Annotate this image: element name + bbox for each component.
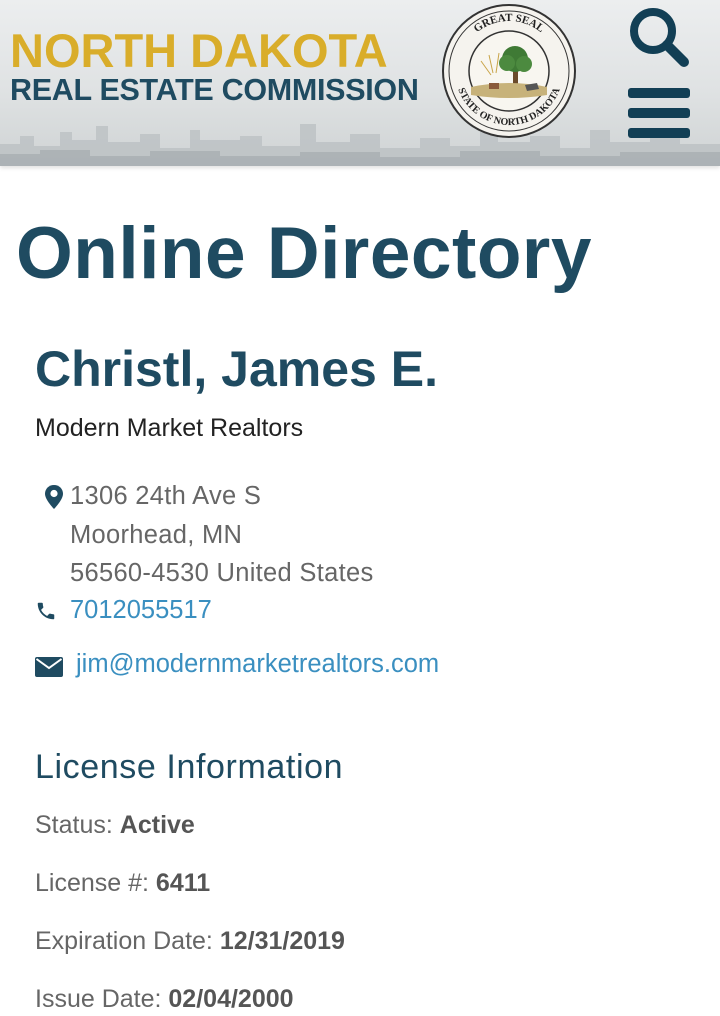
phone-link[interactable]: 7012055517 [70,596,212,625]
issue-date-value: 02/04/2000 [168,985,294,1013]
status-value: Active [119,811,195,839]
brand-title: NORTH DAKOTA [10,24,388,77]
expiration-date-value: 12/31/2019 [219,927,345,955]
address-line3: 56560-4530 United States [70,559,374,587]
licensee-name: Christl, James E. [35,341,438,397]
address-line1: 1306 24th Ave S [70,482,262,510]
issue-date-label: Issue Date: [35,985,162,1013]
license-section-title: License Information [35,748,344,786]
page-title: Online Directory [16,213,592,294]
site-logo[interactable]: NORTH DAKOTA REAL ESTATE COMMISSION [10,24,419,107]
expiration-date-label: Expiration Date: [35,927,213,955]
status-label: Status: [35,811,113,839]
envelope-icon [35,657,63,677]
issue-date-row: Issue Date: 02/04/2000 [35,985,294,1014]
menu-button[interactable] [628,88,692,144]
brand-subtitle: REAL ESTATE COMMISSION [10,73,419,107]
company-name: Modern Market Realtors [35,414,304,442]
license-number-value: 6411 [155,869,211,897]
hamburger-menu-icon-bar [628,128,690,138]
site-header: NORTH DAKOTA REAL ESTATE COMMISSION GREA… [0,0,720,166]
license-number-label: License #: [35,869,149,897]
map-marker-icon [45,485,63,509]
address-line2: Moorhead, MN [70,521,243,549]
phone-icon [37,602,55,620]
hamburger-menu-icon [628,88,690,98]
email-link[interactable]: jim@modernmarketrealtors.com [76,650,439,679]
search-icon [630,8,689,67]
expiration-date-row: Expiration Date: 12/31/2019 [35,927,345,956]
search-button[interactable] [626,4,690,68]
status-row: Status: Active [35,811,195,840]
state-seal-logo: GREAT SEAL STATE OF NORTH DAKOTA [442,4,576,138]
license-number-row: License #: 6411 [35,869,210,898]
hamburger-menu-icon-bar [628,108,690,118]
